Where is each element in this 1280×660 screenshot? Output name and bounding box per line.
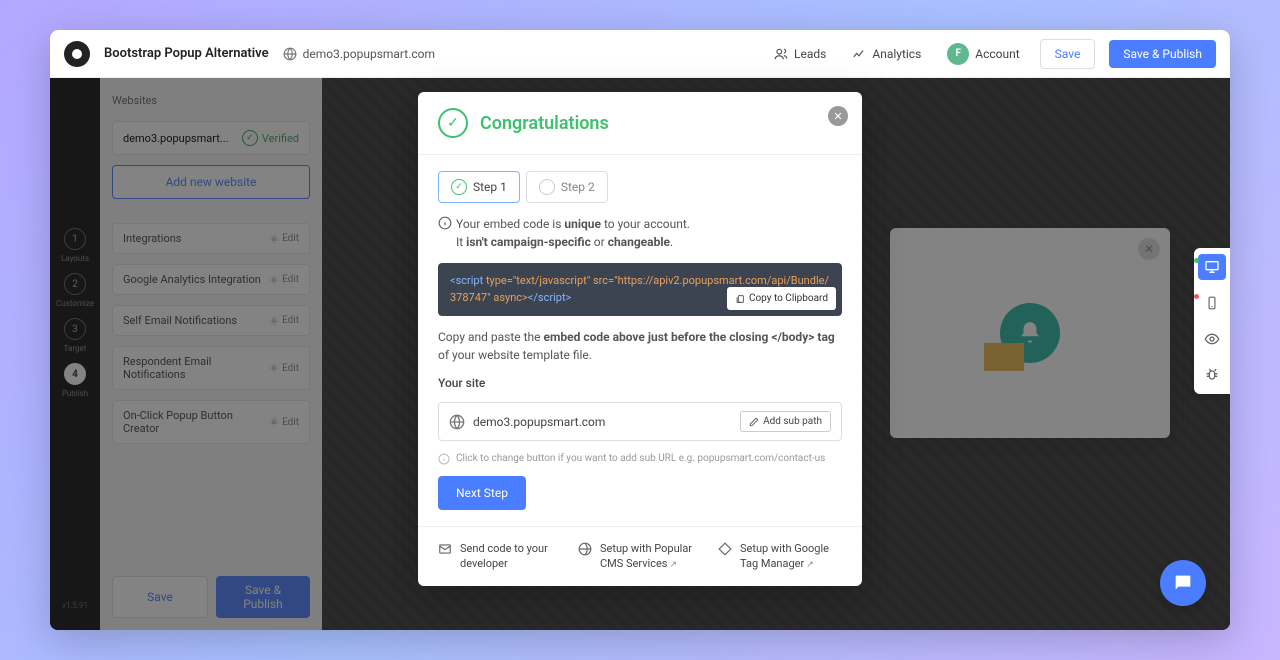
account-link[interactable]: F Account <box>941 39 1025 69</box>
cms-setup-link[interactable]: Setup with Popular CMS Services↗ <box>578 541 702 572</box>
check-icon: ✓ <box>438 108 468 138</box>
check-icon: ✓ <box>451 179 467 195</box>
embed-code-box[interactable]: <script type="text/javascript" src="http… <box>438 263 842 316</box>
check-icon <box>539 179 555 195</box>
chat-widget-button[interactable] <box>1160 560 1206 606</box>
leads-link[interactable]: Leads <box>768 43 832 65</box>
device-dock <box>1194 248 1230 394</box>
debug-button[interactable] <box>1198 362 1226 388</box>
subpath-hint: Click to change button if you want to ad… <box>438 453 842 464</box>
your-site-label: Your site <box>438 376 842 390</box>
users-icon <box>774 47 788 61</box>
globe-icon <box>449 414 465 430</box>
globe-icon <box>283 47 297 61</box>
mobile-preview-button[interactable] <box>1198 290 1226 316</box>
embed-info-text: Your embed code is unique to your accoun… <box>438 215 842 251</box>
globe-icon <box>578 542 592 556</box>
mobile-icon <box>1205 296 1219 310</box>
desktop-preview-button[interactable] <box>1198 254 1226 280</box>
desktop-icon <box>1204 259 1220 275</box>
publish-button[interactable]: Save & Publish <box>1109 40 1216 68</box>
external-icon: ↗ <box>669 560 677 570</box>
eye-icon <box>1204 331 1220 347</box>
app-header: Bootstrap Popup Alternative demo3.popups… <box>50 30 1230 78</box>
analytics-link[interactable]: Analytics <box>846 43 927 65</box>
app-logo <box>64 41 90 67</box>
modal-title: Congratulations <box>480 113 609 134</box>
chat-icon <box>1172 572 1194 594</box>
bug-icon <box>1204 367 1220 383</box>
site-row: demo3.popupsmart.com Add sub path <box>438 402 842 441</box>
info-icon <box>438 453 450 465</box>
tab-step1[interactable]: ✓Step 1 <box>438 171 520 203</box>
analytics-icon <box>852 47 866 61</box>
tag-icon <box>718 542 732 556</box>
info-icon <box>438 216 452 230</box>
app-title: Bootstrap Popup Alternative <box>104 46 269 61</box>
pencil-icon <box>749 417 759 427</box>
avatar: F <box>947 43 969 65</box>
send-developer-link[interactable]: Send code to your developer <box>438 541 562 572</box>
gtm-setup-link[interactable]: Setup with Google Tag Manager↗ <box>718 541 842 572</box>
mail-icon <box>438 542 452 556</box>
clipboard-icon <box>735 294 745 304</box>
congratulations-modal: ✓ Congratulations ✕ ✓Step 1 Step 2 Your … <box>418 92 862 586</box>
tab-step2[interactable]: Step 2 <box>526 171 608 203</box>
visibility-button[interactable] <box>1198 326 1226 352</box>
paste-instruction: Copy and paste the embed code above just… <box>438 328 842 364</box>
save-button[interactable]: Save <box>1040 39 1096 69</box>
external-icon: ↗ <box>806 560 814 570</box>
header-site-url[interactable]: demo3.popupsmart.com <box>283 47 435 61</box>
add-subpath-button[interactable]: Add sub path <box>740 411 831 432</box>
modal-close-button[interactable]: ✕ <box>828 106 848 126</box>
next-step-button[interactable]: Next Step <box>438 476 526 510</box>
copy-button[interactable]: Copy to Clipboard <box>727 287 836 310</box>
